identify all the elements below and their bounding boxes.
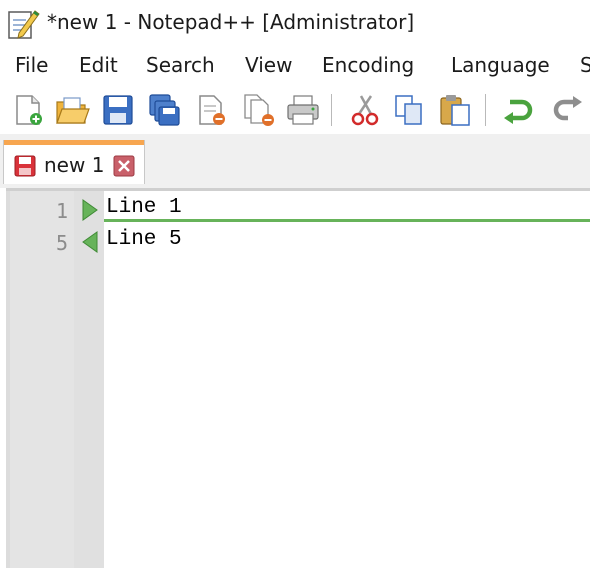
toolbar-separator: [331, 94, 332, 126]
new-file-icon[interactable]: [10, 92, 46, 128]
hidden-lines-start-icon[interactable]: [82, 199, 98, 221]
undo-icon[interactable]: [500, 92, 536, 128]
title-bar: *new 1 - Notepad++ [Administrator]: [0, 0, 590, 46]
notepad-plus-plus-icon: [8, 10, 40, 39]
menu-bar: File Edit Search View Encoding Language …: [0, 46, 590, 86]
redo-icon[interactable]: [546, 92, 582, 128]
line-number-margin: 1 5: [10, 191, 74, 568]
cut-icon[interactable]: [347, 92, 383, 128]
toolbar-separator: [485, 94, 486, 126]
code-line[interactable]: Line 1: [106, 196, 182, 219]
close-tab-icon[interactable]: [112, 154, 136, 178]
print-icon[interactable]: [285, 92, 321, 128]
code-line[interactable]: Line 5: [106, 228, 182, 251]
editor: 1 5 Line 1 Line 5: [0, 188, 590, 568]
hidden-lines-end-icon[interactable]: [82, 231, 98, 253]
fold-margin[interactable]: [74, 191, 104, 568]
open-file-icon[interactable]: [54, 92, 90, 128]
tab-bar: new 1: [0, 134, 590, 188]
menu-edit[interactable]: Edit: [79, 53, 118, 77]
tab-new-1[interactable]: new 1: [3, 140, 145, 184]
window-title: *new 1 - Notepad++ [Administrator]: [47, 10, 415, 34]
save-icon[interactable]: [100, 92, 136, 128]
menu-language[interactable]: Language: [451, 53, 550, 77]
menu-encoding[interactable]: Encoding: [322, 53, 414, 77]
active-tab-accent: [4, 140, 144, 145]
close-file-icon[interactable]: [193, 92, 229, 128]
menu-search[interactable]: Search: [146, 53, 215, 77]
tab-label: new 1: [44, 153, 105, 177]
line-number: 5: [55, 231, 68, 255]
line-number: 1: [55, 199, 68, 223]
hidden-lines-marker: [104, 219, 590, 222]
menu-view[interactable]: View: [245, 53, 292, 77]
menu-settings[interactable]: S: [580, 53, 590, 77]
toolbar: [0, 86, 590, 135]
menu-file[interactable]: File: [15, 53, 48, 77]
save-all-icon[interactable]: [146, 92, 182, 128]
close-all-icon[interactable]: [241, 92, 277, 128]
paste-icon[interactable]: [437, 92, 473, 128]
unsaved-file-icon: [14, 155, 36, 177]
copy-icon[interactable]: [391, 92, 427, 128]
